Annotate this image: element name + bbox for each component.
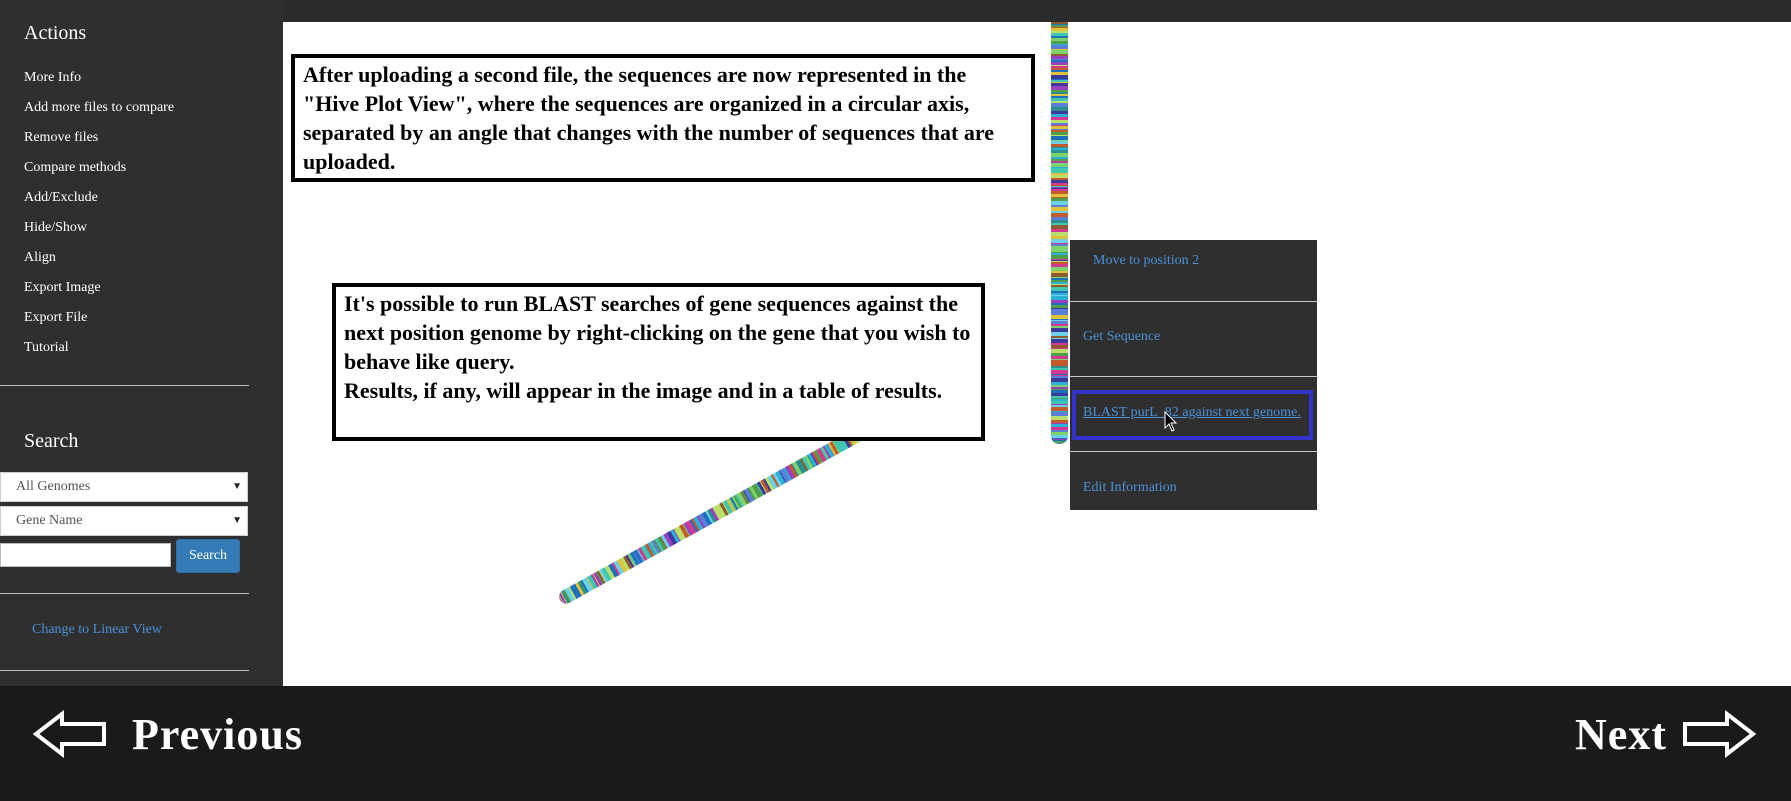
menu-separator <box>1070 301 1317 302</box>
search-field-select-value: Gene Name <box>16 513 83 528</box>
action-export-file[interactable]: Export File <box>24 310 87 326</box>
tutorial-note-hive-plot: After uploading a second file, the seque… <box>291 54 1035 182</box>
action-remove-files[interactable]: Remove files <box>24 130 98 146</box>
menu-edit-information[interactable]: Edit Information <box>1083 480 1330 496</box>
genome-select-value: All Genomes <box>16 479 91 494</box>
actions-title: Actions <box>24 22 87 44</box>
search-button[interactable]: Search <box>176 539 240 573</box>
action-tutorial[interactable]: Tutorial <box>24 340 69 356</box>
tutorial-note-blast: It's possible to run BLAST searches of g… <box>332 283 985 441</box>
menu-get-sequence[interactable]: Get Sequence <box>1083 329 1330 345</box>
tutorial-navigation-bar: Previous Next <box>0 686 1791 801</box>
menu-move-to-position[interactable]: Move to position 2 <box>1093 253 1340 269</box>
arrow-right-outline-icon <box>1683 710 1757 758</box>
genome-axis-vertical[interactable] <box>1051 22 1068 444</box>
triangle-down-icon: ▼ <box>232 515 242 526</box>
sidebar-divider <box>0 670 249 671</box>
menu-separator <box>1070 451 1317 452</box>
action-compare-methods[interactable]: Compare methods <box>24 160 126 176</box>
mouse-pointer-icon <box>1164 411 1178 432</box>
next-button[interactable]: Next <box>1575 704 1757 764</box>
triangle-down-icon: ▼ <box>232 481 242 492</box>
arrow-left-outline-icon <box>32 710 106 758</box>
sidebar-divider <box>0 593 249 594</box>
change-to-linear-view-link[interactable]: Change to Linear View <box>32 622 162 638</box>
action-add-files[interactable]: Add more files to compare <box>24 100 174 116</box>
sidebar-divider <box>0 385 249 386</box>
action-align[interactable]: Align <box>24 250 56 266</box>
menu-separator <box>1070 376 1317 377</box>
genome-select[interactable]: All Genomes ▼ <box>0 472 248 502</box>
search-title: Search <box>24 430 79 452</box>
tutorial-note-blast-results: Results, if any, will appear in the imag… <box>344 378 943 403</box>
search-input[interactable] <box>0 543 171 567</box>
gene-context-menu: Move to position 2 Get Sequence BLAST pu… <box>1070 240 1317 510</box>
sidebar: Actions More Info Add more files to comp… <box>0 0 283 686</box>
action-add-exclude[interactable]: Add/Exclude <box>24 190 98 206</box>
action-hide-show[interactable]: Hide/Show <box>24 220 87 236</box>
action-export-image[interactable]: Export Image <box>24 280 101 296</box>
menu-blast-against-next-genome[interactable]: BLAST purL_82 against next genome. <box>1083 405 1330 421</box>
action-more-info[interactable]: More Info <box>24 70 81 86</box>
previous-label: Previous <box>132 709 303 759</box>
search-field-select[interactable]: Gene Name ▼ <box>0 506 248 536</box>
tutorial-note-blast-text: It's possible to run BLAST searches of g… <box>344 291 971 374</box>
previous-button[interactable]: Previous <box>32 704 303 764</box>
next-label: Next <box>1575 709 1667 759</box>
